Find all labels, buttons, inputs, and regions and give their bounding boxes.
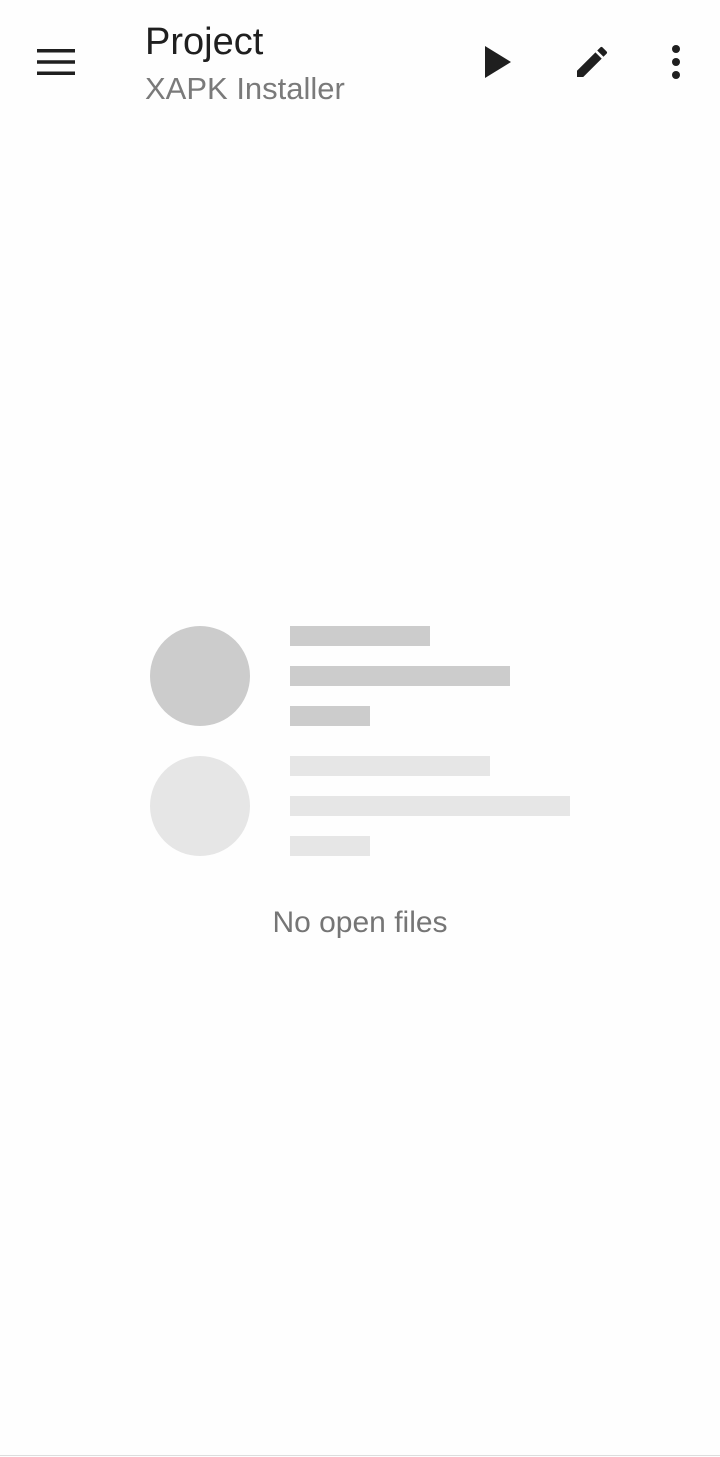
- placeholder-line: [290, 666, 510, 686]
- toolbar-title: Project: [145, 21, 264, 63]
- run-button[interactable]: [456, 20, 540, 104]
- placeholder-line: [290, 836, 370, 856]
- placeholder-line: [290, 756, 490, 776]
- placeholder-line: [290, 796, 570, 816]
- top-app-bar: Project XAPK Installer: [0, 0, 720, 124]
- more-options-button[interactable]: [634, 20, 718, 104]
- more-vert-icon: [672, 45, 680, 79]
- placeholder-avatar: [150, 756, 250, 856]
- empty-state-illustration: [150, 626, 570, 858]
- toolbar-subtitle: XAPK Installer: [145, 71, 345, 106]
- toolbar-titles: Project XAPK Installer: [145, 18, 345, 110]
- placeholder-line: [290, 706, 370, 726]
- placeholder-line: [290, 626, 430, 646]
- play-icon: [485, 46, 511, 78]
- bottom-divider: [0, 1455, 720, 1456]
- navigation-drawer-button[interactable]: [14, 20, 98, 104]
- pencil-icon: [577, 46, 608, 77]
- app-screen: Project XAPK Installer No open files: [0, 0, 720, 1457]
- menu-icon: [37, 49, 75, 75]
- edit-button[interactable]: [550, 20, 634, 104]
- placeholder-avatar: [150, 626, 250, 726]
- empty-state-message: No open files: [272, 906, 448, 939]
